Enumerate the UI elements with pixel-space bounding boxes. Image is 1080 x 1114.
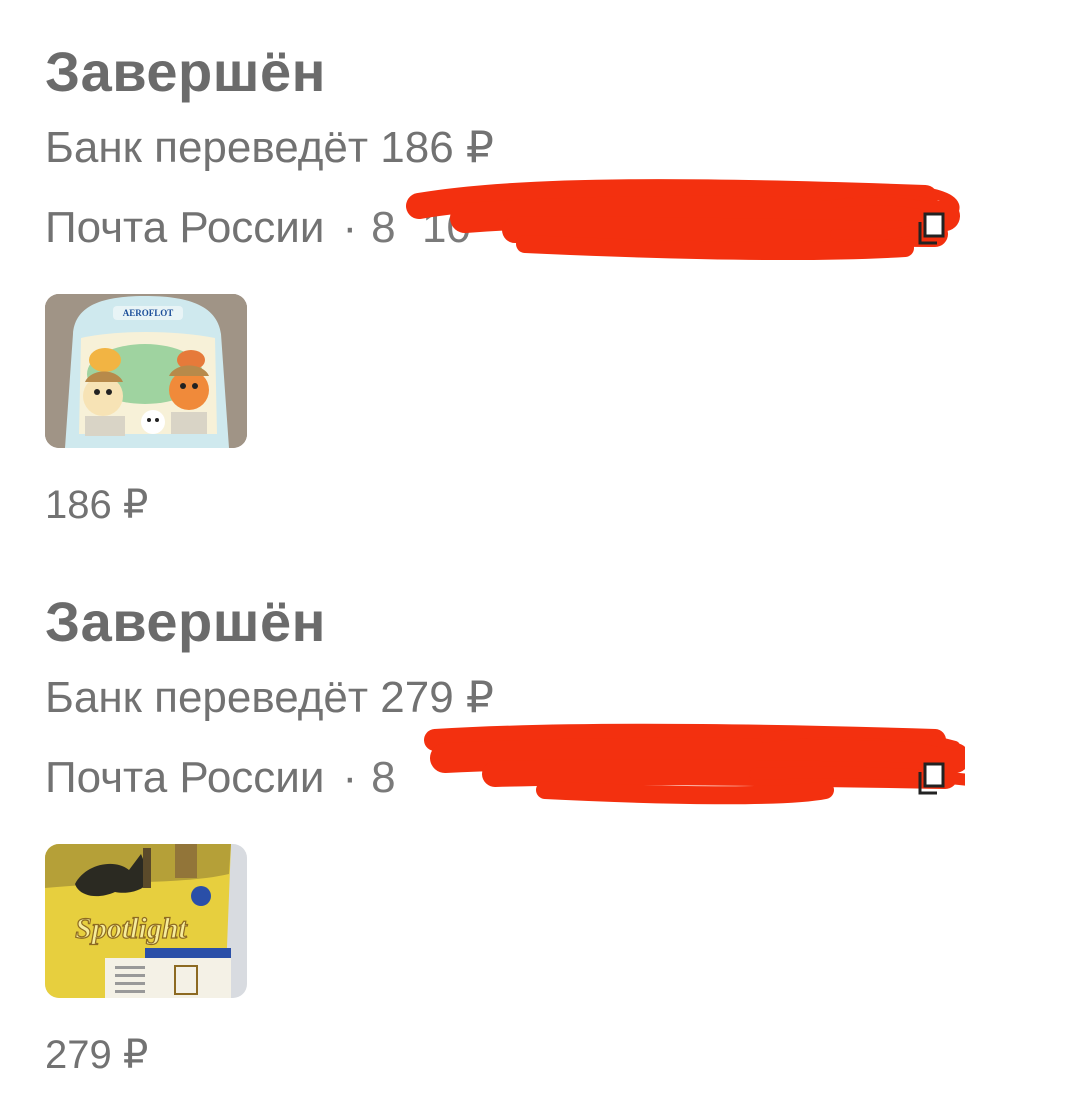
item-price: 279 ₽ xyxy=(45,1033,149,1077)
separator-dot: · xyxy=(342,753,358,802)
carrier-name: Почта России xyxy=(45,753,325,802)
redaction-scribble xyxy=(424,723,965,805)
textbook-product-image[interactable]: Spotlight xyxy=(45,844,247,998)
carrier-name: Почта России xyxy=(45,203,325,252)
backpack-product-image[interactable]: AEROFLOT xyxy=(45,294,247,448)
order-status: Завершён xyxy=(45,590,326,653)
tracking-number[interactable]: 8 xyxy=(371,748,395,808)
delivery-info: Почта России · 8 10 26 xyxy=(45,179,1045,260)
textbook-title-label: Spotlight xyxy=(75,912,188,945)
tracking-number[interactable]: 8 10 26 xyxy=(371,198,714,258)
refund-amount-text: Банк переведёт 186 ₽ xyxy=(45,123,494,172)
delivery-info: Почта России · 8 xyxy=(45,723,1045,808)
copy-icon[interactable] xyxy=(917,212,947,246)
copy-icon[interactable] xyxy=(917,762,947,796)
refund-amount-text: Банк переведёт 279 ₽ xyxy=(45,673,494,722)
order-status: Завершён xyxy=(45,40,326,103)
separator-dot: · xyxy=(342,203,358,252)
backpack-brand-label: AEROFLOT xyxy=(123,308,174,318)
item-price: 186 ₽ xyxy=(45,483,149,527)
order-card[interactable]: Завершён Банк переведёт 279 ₽ Почта Росс… xyxy=(45,586,1045,1080)
order-card[interactable]: Завершён Банк переведёт 186 ₽ Почта Росс… xyxy=(45,36,1045,530)
